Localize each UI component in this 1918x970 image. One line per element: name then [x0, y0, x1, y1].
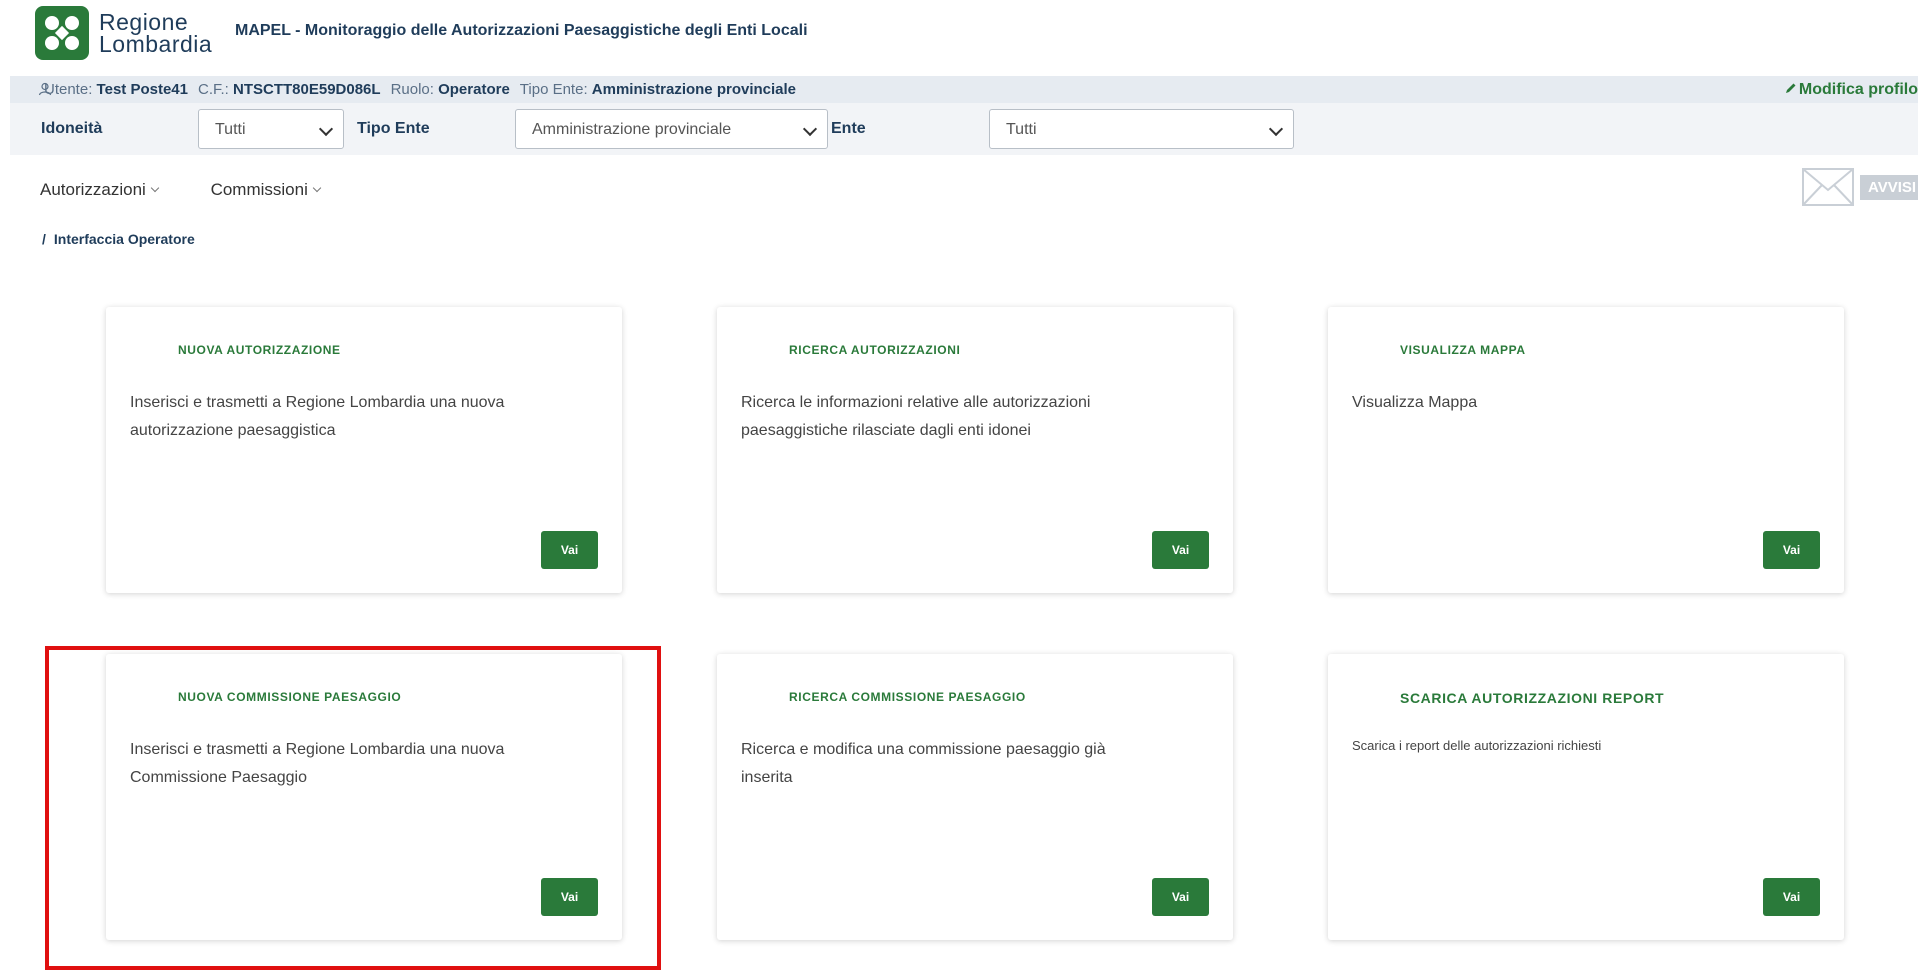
breadcrumb-current[interactable]: Interfaccia Operatore	[54, 231, 195, 247]
modifica-profilo-link[interactable]: Modifica profilo	[1785, 81, 1918, 99]
tipo-ente-info: Tipo Ente: Amministrazione provinciale	[520, 81, 796, 98]
idoneita-value: Tutti	[215, 121, 246, 138]
card-nuova-autorizzazione: NUOVA AUTORIZZAZIONE Inserisci e trasmet…	[106, 307, 622, 593]
tipo-ente-select-value: Amministrazione provinciale	[532, 121, 732, 138]
ente-filter-label: Ente	[831, 120, 866, 137]
card-description: Visualizza Mappa	[1352, 394, 1478, 411]
chevron-down-icon	[318, 121, 334, 137]
card-description: Scarica i report delle autorizzazioni ri…	[1352, 738, 1602, 753]
ruolo-value: Operatore	[438, 81, 510, 98]
utente-info: Utente: Test Poste41	[44, 81, 188, 98]
card-description: Inserisci e trasmetti a Regione Lombardi…	[130, 741, 505, 786]
chevron-down-icon	[802, 121, 818, 137]
card-visualizza-mappa: VISUALIZZA MAPPA Visualizza Mappa Vai	[1328, 307, 1844, 593]
chevron-down-icon	[1268, 121, 1284, 137]
idoneita-label: Idoneità	[41, 120, 103, 137]
breadcrumb-separator: /	[42, 231, 46, 247]
card-title: RICERCA AUTORIZZAZIONI	[789, 343, 961, 357]
logo-line1: Regione	[99, 9, 189, 35]
menu-autorizzazioni[interactable]: Autorizzazioni	[40, 180, 160, 199]
chevron-down-icon	[150, 183, 160, 193]
card-description: Inserisci e trasmetti a Regione Lombardi…	[130, 394, 505, 439]
vai-button[interactable]: Vai	[1763, 531, 1820, 569]
regione-lombardia-logo[interactable]: Regione Lombardia	[35, 6, 212, 60]
ente-select-value: Tutti	[1006, 121, 1037, 138]
vai-button[interactable]: Vai	[1763, 878, 1820, 916]
main-nav: Autorizzazioni Commissioni	[40, 180, 368, 200]
cf-label: C.F.:	[197, 81, 229, 98]
chevron-down-icon	[312, 183, 322, 193]
tipo-ente-select[interactable]: Amministrazione provinciale	[515, 109, 828, 149]
modifica-profilo-label: Modifica profilo	[1798, 81, 1918, 98]
vai-button[interactable]: Vai	[541, 878, 598, 916]
utente-value: Test Poste41	[96, 81, 188, 98]
pencil-icon	[1785, 83, 1796, 93]
filter-bar: Idoneità Tutti Tipo Ente Amministrazione…	[10, 103, 1918, 155]
ruolo-label: Ruolo:	[390, 81, 434, 98]
tipo-ente-label: Tipo Ente:	[519, 81, 588, 98]
app-header: Regione Lombardia MAPEL - Monitoraggio d…	[0, 0, 1918, 76]
ente-select[interactable]: Tutti	[989, 109, 1294, 149]
card-nuova-commissione-paesaggio: NUOVA COMMISSIONE PAESAGGIO Inserisci e …	[106, 654, 622, 940]
card-title: NUOVA AUTORIZZAZIONE	[178, 343, 341, 357]
card-title: RICERCA COMMISSIONE PAESAGGIO	[789, 690, 1026, 704]
logo-text: Regione Lombardia	[99, 9, 213, 57]
card-title: SCARICA AUTORIZZAZIONI REPORT	[1400, 690, 1665, 706]
tipo-ente-value: Amministrazione provinciale	[591, 81, 797, 98]
card-ricerca-commissione-paesaggio: RICERCA COMMISSIONE PAESAGGIO Ricerca e …	[717, 654, 1233, 940]
card-description: Ricerca le informazioni relative alle au…	[741, 394, 1091, 439]
card-ricerca-autorizzazioni: RICERCA AUTORIZZAZIONI Ricerca le inform…	[717, 307, 1233, 593]
tipo-ente-filter-label: Tipo Ente	[357, 120, 430, 137]
user-icon	[38, 82, 52, 96]
menu-autorizzazioni-label: Autorizzazioni	[40, 180, 146, 199]
card-title: NUOVA COMMISSIONE PAESAGGIO	[178, 690, 402, 704]
breadcrumb: / Interfaccia Operatore	[42, 231, 195, 247]
avvisi-button[interactable]: AVVISI	[1802, 168, 1918, 206]
cf-value: NTSCTT80E59D086L	[233, 81, 381, 98]
card-scarica-autorizzazioni-report: SCARICA AUTORIZZAZIONI REPORT Scarica i …	[1328, 654, 1844, 940]
cf-info: C.F.: NTSCTT80E59D086L	[198, 81, 381, 98]
vai-button[interactable]: Vai	[1152, 878, 1209, 916]
idoneita-select[interactable]: Tutti	[198, 109, 344, 149]
card-title: VISUALIZZA MAPPA	[1400, 343, 1526, 357]
menu-commissioni-label: Commissioni	[210, 180, 308, 199]
ruolo-info: Ruolo: Operatore	[391, 81, 510, 98]
app-title: MAPEL - Monitoraggio delle Autorizzazion…	[235, 22, 808, 39]
vai-button[interactable]: Vai	[541, 531, 598, 569]
menu-commissioni[interactable]: Commissioni	[210, 180, 322, 199]
user-info-bar: Utente: Test Poste41 C.F.: NTSCTT80E59D0…	[10, 76, 1918, 103]
logo-mark-icon	[35, 6, 89, 60]
vai-button[interactable]: Vai	[1152, 531, 1209, 569]
card-description: Ricerca e modifica una commissione paesa…	[741, 741, 1106, 786]
avvisi-label: AVVISI	[1860, 174, 1918, 200]
envelope-icon	[1802, 168, 1854, 206]
logo-line2: Lombardia	[99, 31, 213, 57]
